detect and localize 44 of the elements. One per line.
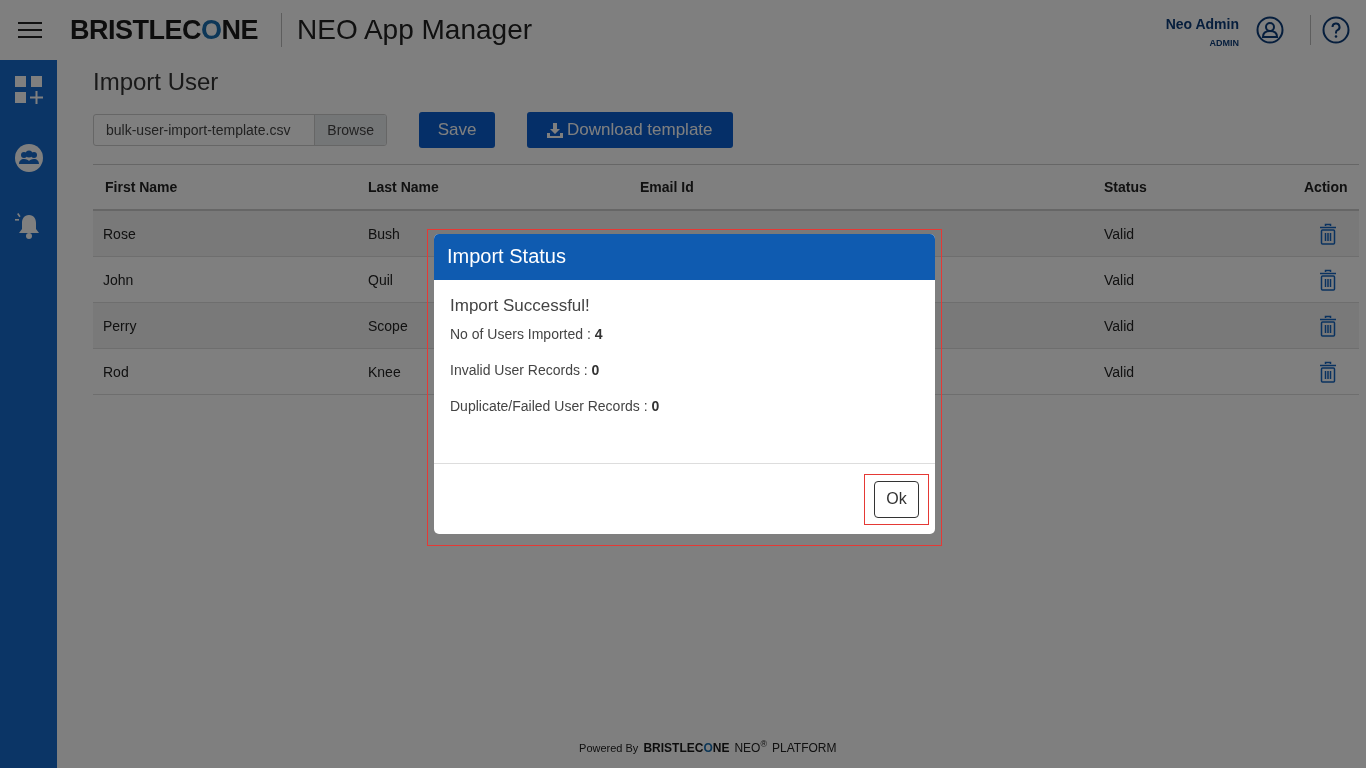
save-button[interactable]: Save: [419, 112, 495, 148]
column-header: Action: [1304, 179, 1348, 195]
table-cell: Valid: [1104, 225, 1135, 242]
brand-logo: BRISTLECONE: [70, 14, 259, 46]
user-name: Neo Admin: [1165, 16, 1239, 32]
download-template-button[interactable]: Download template: [527, 112, 733, 148]
trash-icon[interactable]: [1318, 314, 1337, 337]
platform-label: PLATFORM: [772, 741, 837, 755]
app-title: NEO App Manager: [297, 14, 533, 46]
dialog-heading: Import Successful!: [450, 296, 591, 316]
table-cell: Scope: [368, 317, 408, 334]
download-icon: [547, 122, 563, 138]
result-text: Invalid User Records : 0: [450, 362, 601, 378]
product-name: NEO$^{®}$: [734, 739, 768, 755]
result-text: No of Users Imported : 4: [450, 326, 604, 342]
column-header: Status: [1104, 179, 1147, 195]
table-cell: Bush: [368, 225, 400, 242]
table-cell: Perry: [103, 317, 137, 334]
help-icon[interactable]: [1322, 16, 1350, 44]
table-cell: Rod: [103, 363, 129, 380]
table-cell: Knee: [368, 363, 401, 380]
table-cell: Valid: [1104, 317, 1135, 334]
user-role: ADMIN: [1209, 38, 1239, 48]
apps-add-icon[interactable]: [13, 75, 44, 105]
table-cell: Valid: [1104, 363, 1135, 380]
column-header: Last Name: [368, 179, 439, 195]
user-avatar-icon[interactable]: [1256, 16, 1284, 44]
dialog-title: Import Status: [434, 234, 935, 280]
trash-icon[interactable]: [1318, 222, 1337, 245]
table-cell: Rose: [103, 225, 136, 242]
trash-icon[interactable]: [1318, 360, 1337, 383]
column-header: Email Id: [640, 179, 694, 195]
column-header: First Name: [105, 179, 178, 195]
powered-by-label: Powered By: [579, 742, 639, 754]
result-text: Duplicate/Failed User Records : 0: [450, 398, 661, 414]
brand-logo: BRISTLECONE: [643, 741, 730, 755]
page-title: Import User: [93, 68, 220, 96]
trash-icon[interactable]: [1318, 268, 1337, 291]
menu-icon[interactable]: [18, 21, 42, 39]
table-cell: Valid: [1104, 271, 1135, 288]
users-group-icon[interactable]: [13, 143, 44, 173]
ok-button[interactable]: Ok: [874, 480, 919, 518]
table-cell: Quil: [368, 271, 393, 288]
table-cell: John: [103, 271, 134, 288]
